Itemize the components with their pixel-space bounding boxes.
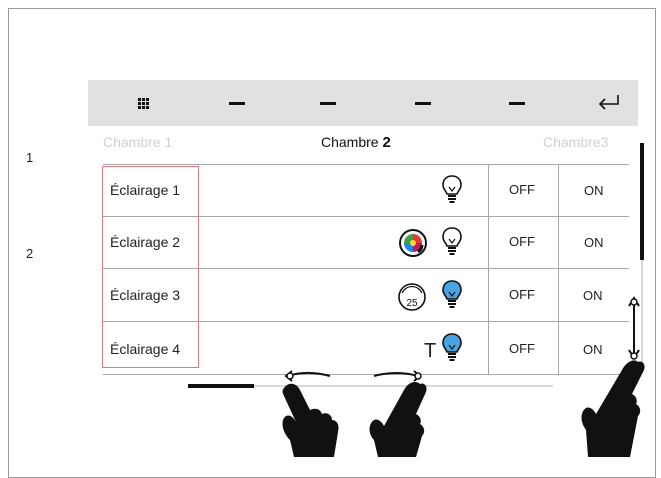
horizontal-scrollbar-thumb[interactable] xyxy=(188,384,254,388)
tab-chambre-1[interactable]: Chambre 1 xyxy=(103,134,172,150)
swipe-right-hand-icon xyxy=(369,370,427,457)
tab-chambre-2[interactable]: Chambre 2 xyxy=(321,134,391,151)
row-label-eclairage-2: Éclairage 2 xyxy=(110,234,181,250)
tab-chambre-3[interactable]: Chambre3 xyxy=(543,134,608,150)
vertical-scrollbar-thumb[interactable] xyxy=(640,143,644,260)
swipe-vertical-hand-icon xyxy=(581,296,645,457)
toolbar-slot-3-button[interactable] xyxy=(412,80,434,126)
dash-icon xyxy=(509,101,525,105)
bulb-blue-icon xyxy=(442,333,462,361)
row-3-off-button[interactable]: OFF xyxy=(509,287,535,302)
row-label-eclairage-1: Éclairage 1 xyxy=(110,182,181,198)
row-1-on-button[interactable]: ON xyxy=(584,183,604,198)
menu-grid-button[interactable] xyxy=(132,80,154,126)
toolbar-slot-4-button[interactable] xyxy=(506,80,528,126)
top-toolbar xyxy=(88,80,638,126)
bulb-outline-icon xyxy=(442,227,462,255)
back-button[interactable] xyxy=(594,80,624,126)
row-2-off-button[interactable]: OFF xyxy=(509,234,535,249)
callout-2: 2 xyxy=(26,246,34,261)
bulb-outline-icon xyxy=(442,175,462,203)
row-4-off-button[interactable]: OFF xyxy=(509,341,535,356)
swipe-left-hand-icon xyxy=(282,370,339,457)
column-divider xyxy=(488,165,489,375)
dash-icon xyxy=(320,101,336,105)
dash-icon xyxy=(229,101,245,105)
toolbar-slot-1-button[interactable] xyxy=(226,80,248,126)
grid-icon xyxy=(137,97,149,109)
bulb-blue-icon xyxy=(442,280,462,308)
row-2-on-button[interactable]: ON xyxy=(584,235,604,250)
row-1-off-button[interactable]: OFF xyxy=(509,182,535,197)
row-label-eclairage-3: Éclairage 3 xyxy=(110,287,181,303)
tab-chambre-2-number: 2 xyxy=(382,134,391,151)
callout-1: 1 xyxy=(26,150,34,165)
dash-icon xyxy=(415,101,431,105)
return-icon xyxy=(598,95,619,110)
column-divider xyxy=(558,165,559,375)
toolbar-slot-2-button[interactable] xyxy=(317,80,339,126)
color-wheel-icon[interactable] xyxy=(398,228,428,258)
tab-chambre-2-label: Chambre xyxy=(321,134,383,150)
dimmer-value: 25 xyxy=(406,298,418,309)
row-label-eclairage-4: Éclairage 4 xyxy=(110,341,181,357)
table-divider xyxy=(103,164,629,165)
dimmer-icon[interactable]: 25 xyxy=(397,281,427,313)
